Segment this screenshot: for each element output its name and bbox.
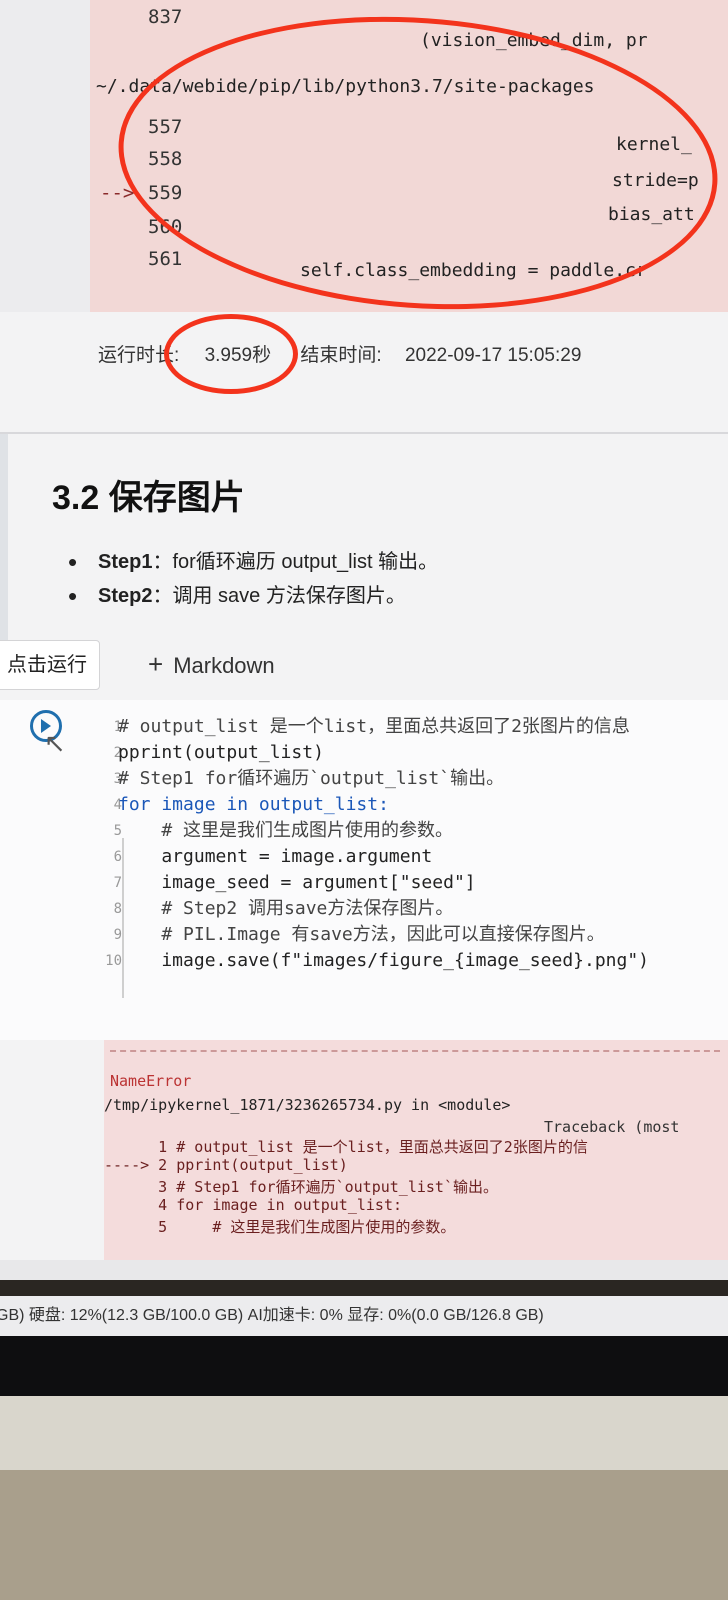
status-bar: GB) 硬盘: 12%(12.3 GB/100.0 GB) AI加速卡: 0% …: [0, 1296, 728, 1336]
traceback-line: 5 # 这里是我们生成图片使用的参数。: [104, 1218, 456, 1236]
steps-list: Step1：for循环遍历 output_list 输出。 Step2：调用 s…: [68, 545, 438, 613]
code-line: # Step1 for循环遍历`output_list`输出。: [118, 768, 505, 789]
traceback-line: ----> 2 pprint(output_list): [104, 1156, 348, 1174]
monitor-bezel: [0, 1336, 728, 1396]
step-text: ：for循环遍历 output_list 输出。: [152, 551, 439, 573]
line-number: 10: [105, 953, 122, 969]
line-number: 1: [113, 719, 122, 735]
code-editor[interactable]: # output_list 是一个list，里面总共返回了2张图片的信息 ppr…: [118, 714, 649, 974]
line-number: 2: [113, 745, 122, 761]
code-line: argument = image.argument: [118, 846, 433, 867]
end-time-value: 2022-09-17 15:05:29: [404, 345, 582, 366]
code-line: for image in output_list:: [118, 794, 389, 815]
code-line: image.save(f"images/figure_{image_seed}.…: [118, 950, 650, 971]
code-line: pprint(output_list): [118, 742, 324, 763]
error-output: NameError Traceback (most /tmp/ipykernel…: [104, 1040, 728, 1260]
end-time-label: 结束时间:: [300, 345, 382, 366]
line-number: 561: [148, 248, 183, 270]
mouse-cursor-icon: ↖: [44, 728, 66, 758]
divider: [110, 1050, 720, 1052]
run-button[interactable]: 点击运行: [0, 640, 100, 690]
add-markdown-label: Markdown: [173, 653, 275, 678]
line-number: 6: [113, 849, 122, 865]
add-markdown-button[interactable]: + Markdown: [148, 644, 275, 684]
line-number: 8: [113, 901, 122, 917]
error-name: NameError: [110, 1072, 192, 1090]
traceback-line: 3 # Step1 for循环遍历`output_list`输出。: [104, 1178, 498, 1196]
line-number: 5: [113, 823, 122, 839]
traceback-line: 4 for image in output_list:: [104, 1196, 403, 1214]
list-item: Step1：for循环遍历 output_list 输出。: [68, 545, 438, 579]
line-number: 4: [113, 797, 122, 813]
code-line: # 这里是我们生成图片使用的参数。: [118, 820, 454, 841]
notebook-screen: 837 (vision_embed_dim, pr ~/.data/webide…: [0, 0, 728, 1280]
step-label: Step2: [98, 585, 153, 607]
line-number: 837: [148, 6, 183, 28]
output-gutter: [0, 0, 90, 312]
list-item: Step2：调用 save 方法保存图片。: [68, 579, 438, 613]
line-number: 3: [113, 771, 122, 787]
traceback-line: 1 # output_list 是一个list，里面总共返回了2张图片的信: [104, 1138, 588, 1156]
scroll-area: [0, 1260, 728, 1280]
traceback-file: /tmp/ipykernel_1871/3236265734.py in <mo…: [104, 1096, 511, 1114]
step-text: ：调用 save 方法保存图片。: [152, 585, 406, 607]
line-number: 7: [113, 875, 122, 891]
red-circle-duration: [164, 314, 298, 394]
traceback-label: Traceback (most: [544, 1118, 680, 1136]
line-number-gutter: 1 2 3 4 5 6 7 8 9 10: [86, 714, 122, 974]
code-line: image_seed = argument["seed"]: [118, 872, 476, 893]
desk-surface: [0, 1470, 728, 1600]
plus-icon: +: [148, 649, 164, 679]
section-title: 3.2 保存图片: [52, 479, 245, 517]
cell-divider: [0, 432, 728, 434]
code-line: # PIL.Image 有save方法，因此可以直接保存图片。: [118, 924, 605, 945]
code-line: # output_list 是一个list，里面总共返回了2张图片的信息: [118, 716, 630, 737]
code-line: # Step2 调用save方法保存图片。: [118, 898, 454, 919]
step-label: Step1: [98, 551, 153, 573]
cell-toolbar: 点击运行 + Markdown: [0, 632, 728, 694]
cell-selection-bar: [0, 434, 8, 654]
line-number: 9: [113, 927, 122, 943]
status-text: GB) 硬盘: 12%(12.3 GB/100.0 GB) AI加速卡: 0% …: [0, 1307, 544, 1324]
